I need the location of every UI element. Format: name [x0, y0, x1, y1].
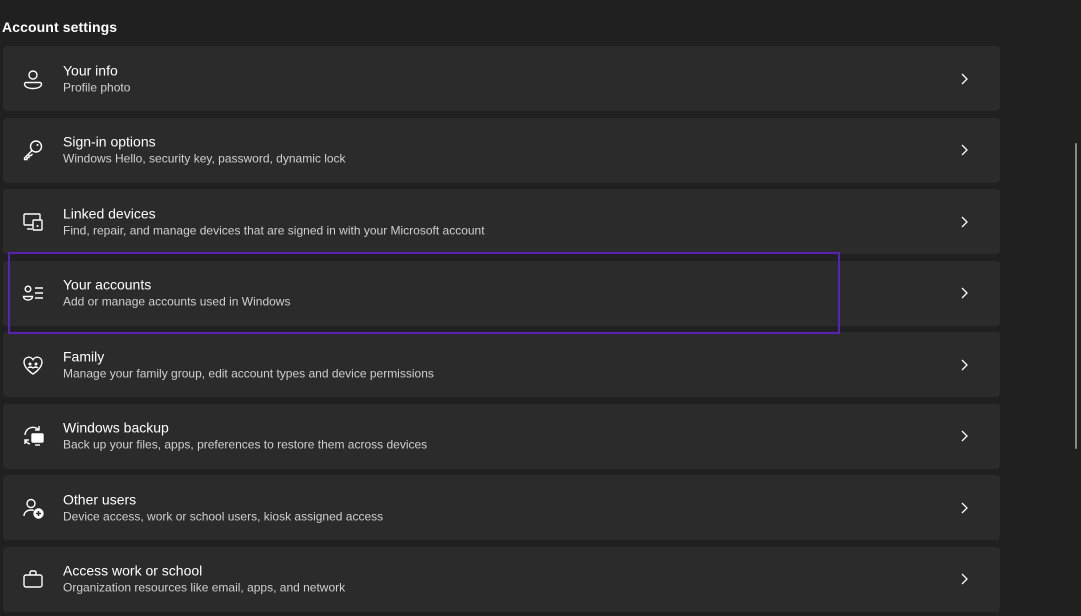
settings-item-title: Access work or school	[63, 562, 203, 579]
settings-item-subtitle: Find, repair, and manage devices that ar…	[63, 223, 485, 237]
chevron-right-icon	[961, 430, 968, 442]
settings-item-title: Linked devices	[63, 205, 156, 221]
settings-item-linked-devices[interactable]: Linked devices Find, repair, and manage …	[3, 189, 1000, 254]
key-icon	[20, 137, 46, 163]
settings-item-title: Family	[63, 348, 105, 364]
settings-item-subtitle: Manage your family group, edit account t…	[63, 366, 434, 380]
briefcase-icon	[20, 566, 46, 592]
settings-item-title: Sign-in options	[63, 133, 156, 150]
chevron-right-icon	[961, 144, 968, 156]
settings-list: Your info Profile photo Sign-in options …	[3, 46, 1000, 616]
settings-item-other-users[interactable]: Other users Device access, work or schoo…	[3, 475, 1000, 540]
scrollbar[interactable]	[1075, 143, 1077, 449]
chevron-right-icon	[961, 287, 968, 299]
accounts-list-icon	[20, 280, 46, 306]
settings-item-family[interactable]: Family Manage your family group, edit ac…	[3, 332, 1000, 397]
person-icon	[20, 66, 46, 92]
backup-icon	[20, 423, 46, 449]
settings-item-subtitle: Device access, work or school users, kio…	[63, 509, 384, 523]
settings-item-subtitle: Back up your files, apps, preferences to…	[63, 437, 428, 452]
linked-devices-icon	[20, 209, 46, 235]
settings-item-your-info[interactable]: Your info Profile photo	[3, 46, 1000, 111]
settings-item-subtitle: Profile photo	[63, 80, 131, 94]
add-user-icon	[20, 495, 46, 521]
family-heart-icon	[20, 352, 46, 378]
settings-item-sign-in-options[interactable]: Sign-in options Windows Hello, security …	[3, 117, 1000, 183]
settings-page: Account settings Your info Profile photo	[0, 0, 1081, 616]
settings-item-access-work-or-school[interactable]: Access work or school Organization resou…	[3, 546, 1000, 612]
chevron-right-icon	[961, 73, 968, 84]
settings-item-title: Other users	[63, 491, 137, 507]
settings-item-title: Windows backup	[63, 419, 169, 436]
settings-item-title: Your accounts	[63, 276, 152, 293]
section-title: Account settings	[2, 19, 118, 35]
chevron-right-icon	[961, 216, 968, 227]
chevron-right-icon	[961, 359, 968, 370]
settings-item-title: Your info	[63, 62, 118, 78]
settings-item-subtitle: Windows Hello, security key, password, d…	[63, 151, 346, 166]
settings-item-subtitle: Organization resources like email, apps,…	[63, 580, 346, 595]
settings-item-windows-backup[interactable]: Windows backup Back up your files, apps,…	[3, 403, 1000, 469]
chevron-right-icon	[961, 573, 968, 585]
settings-item-subtitle: Add or manage accounts used in Windows	[63, 294, 291, 309]
settings-item-your-accounts[interactable]: Your accounts Add or manage accounts use…	[3, 260, 1000, 326]
chevron-right-icon	[961, 502, 968, 513]
